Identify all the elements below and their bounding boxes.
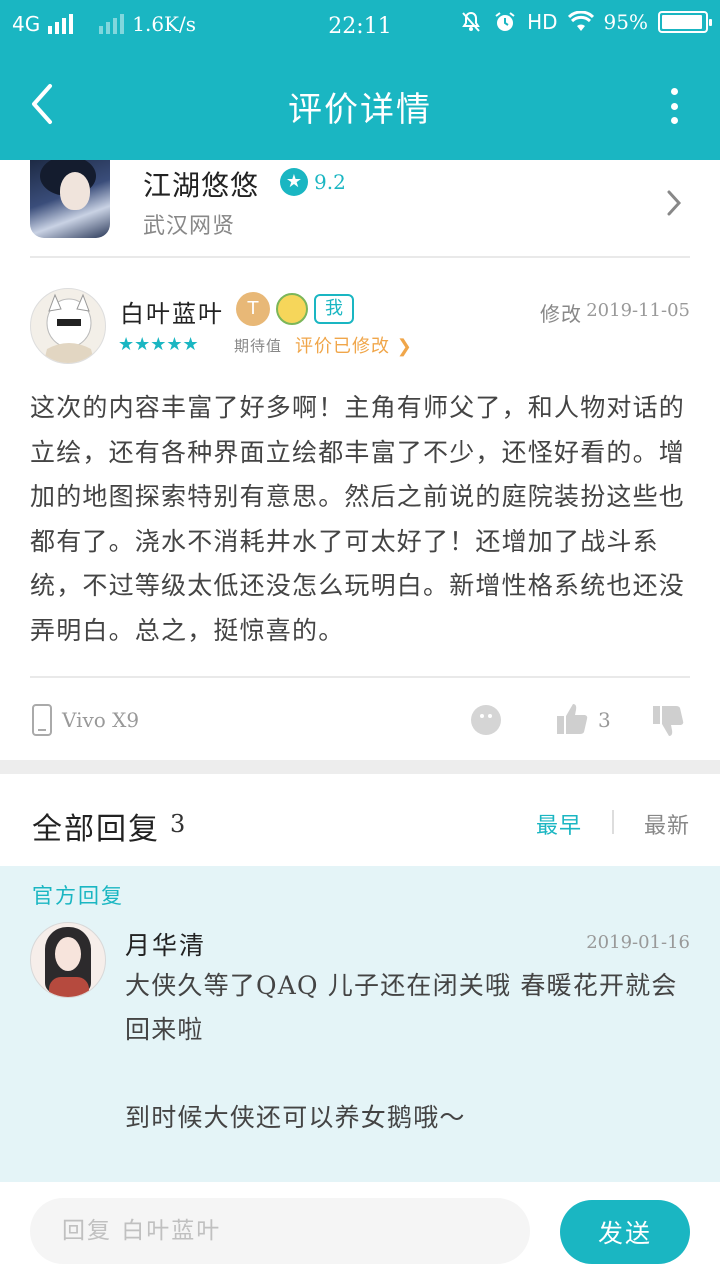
official-name: 月华清 <box>125 931 207 960</box>
edited-link[interactable]: 评价已修改 ❯ <box>295 332 413 358</box>
nav-bar: 评价详情 <box>0 52 720 156</box>
modify-link[interactable]: 修改 <box>540 298 582 327</box>
game-icon <box>30 160 110 238</box>
emoji-icon[interactable] <box>471 705 501 735</box>
replies-header: 全部回复 3 最早 最新 <box>0 774 720 866</box>
device-name: Vivo X9 <box>62 708 140 732</box>
replies-count: 3 <box>170 810 186 838</box>
thumbs-up-icon[interactable] <box>556 702 588 736</box>
review-date: 2019-11-05 <box>586 300 690 321</box>
thumbs-down-icon[interactable] <box>652 704 684 738</box>
game-developer: 武汉网贤 <box>143 214 236 239</box>
official-reply-label: 官方回复 <box>32 884 124 908</box>
more-icon[interactable] <box>668 88 680 124</box>
avatar-badge-icon <box>276 293 308 325</box>
battery-percent: 95% <box>603 10 648 34</box>
sort-earliest-tab[interactable]: 最早 <box>536 808 582 840</box>
section-gap <box>0 760 720 774</box>
level-badge: T <box>236 292 270 326</box>
game-name: 江湖悠悠 <box>143 169 260 202</box>
sort-divider <box>612 810 614 834</box>
hd-indicator: HD <box>527 10 558 34</box>
sort-newest-tab[interactable]: 最新 <box>644 808 690 840</box>
like-count: 3 <box>598 708 611 732</box>
mute-icon <box>462 11 480 32</box>
top-app-bar: 4G 1.6K/s 22:11 HD 95% 评价详情 <box>0 0 720 160</box>
send-button[interactable]: 发送 <box>560 1200 690 1264</box>
reply-composer: 发送 <box>0 1182 720 1280</box>
review-content: 这次的内容丰富了好多啊！主角有师父了，和人物对话的立绘，还有各种界面立绘都丰富了… <box>30 393 686 645</box>
divider <box>30 676 690 678</box>
official-date: 2019-01-16 <box>586 932 690 953</box>
rating-stars: ★★★★★ <box>118 334 199 355</box>
alarm-icon <box>495 12 515 31</box>
avatar-image <box>43 293 95 363</box>
status-bar: 4G 1.6K/s 22:11 HD 95% <box>0 0 720 52</box>
reply-input[interactable] <box>30 1198 530 1264</box>
page-title: 评价详情 <box>288 90 432 130</box>
avatar[interactable] <box>30 288 106 364</box>
username: 白叶蓝叶 <box>120 300 224 328</box>
replies-title: 全部回复 <box>32 812 160 847</box>
review-card: 白叶蓝叶 T 我 修改 2019-11-05 ★★★★★ 期待值 评价已修改 ❯… <box>0 258 720 758</box>
rating-star-icon: ★ <box>280 168 308 196</box>
me-badge: 我 <box>314 294 354 324</box>
score-value: 9.2 <box>314 170 346 194</box>
phone-icon <box>32 704 52 736</box>
expect-label: 期待值 <box>234 337 283 355</box>
game-card[interactable]: 江湖悠悠 ★ 9.2 武汉网贤 <box>0 160 720 258</box>
official-reply: 官方回复 月华清 2019-01-16 大侠久等了QAQ 儿子还在闭关哦 春暖花… <box>0 866 720 1182</box>
official-avatar[interactable] <box>30 922 106 998</box>
official-content: 大侠久等了QAQ 儿子还在闭关哦 春暖花开就会回来啦 到时候大侠还可以养女鹅哦～ <box>125 971 678 1132</box>
chevron-right-icon[interactable] <box>664 188 684 218</box>
battery-icon <box>658 11 712 33</box>
user-badges: T 我 <box>236 292 354 326</box>
game-score: ★ 9.2 <box>280 168 346 196</box>
wifi-icon <box>567 11 594 31</box>
